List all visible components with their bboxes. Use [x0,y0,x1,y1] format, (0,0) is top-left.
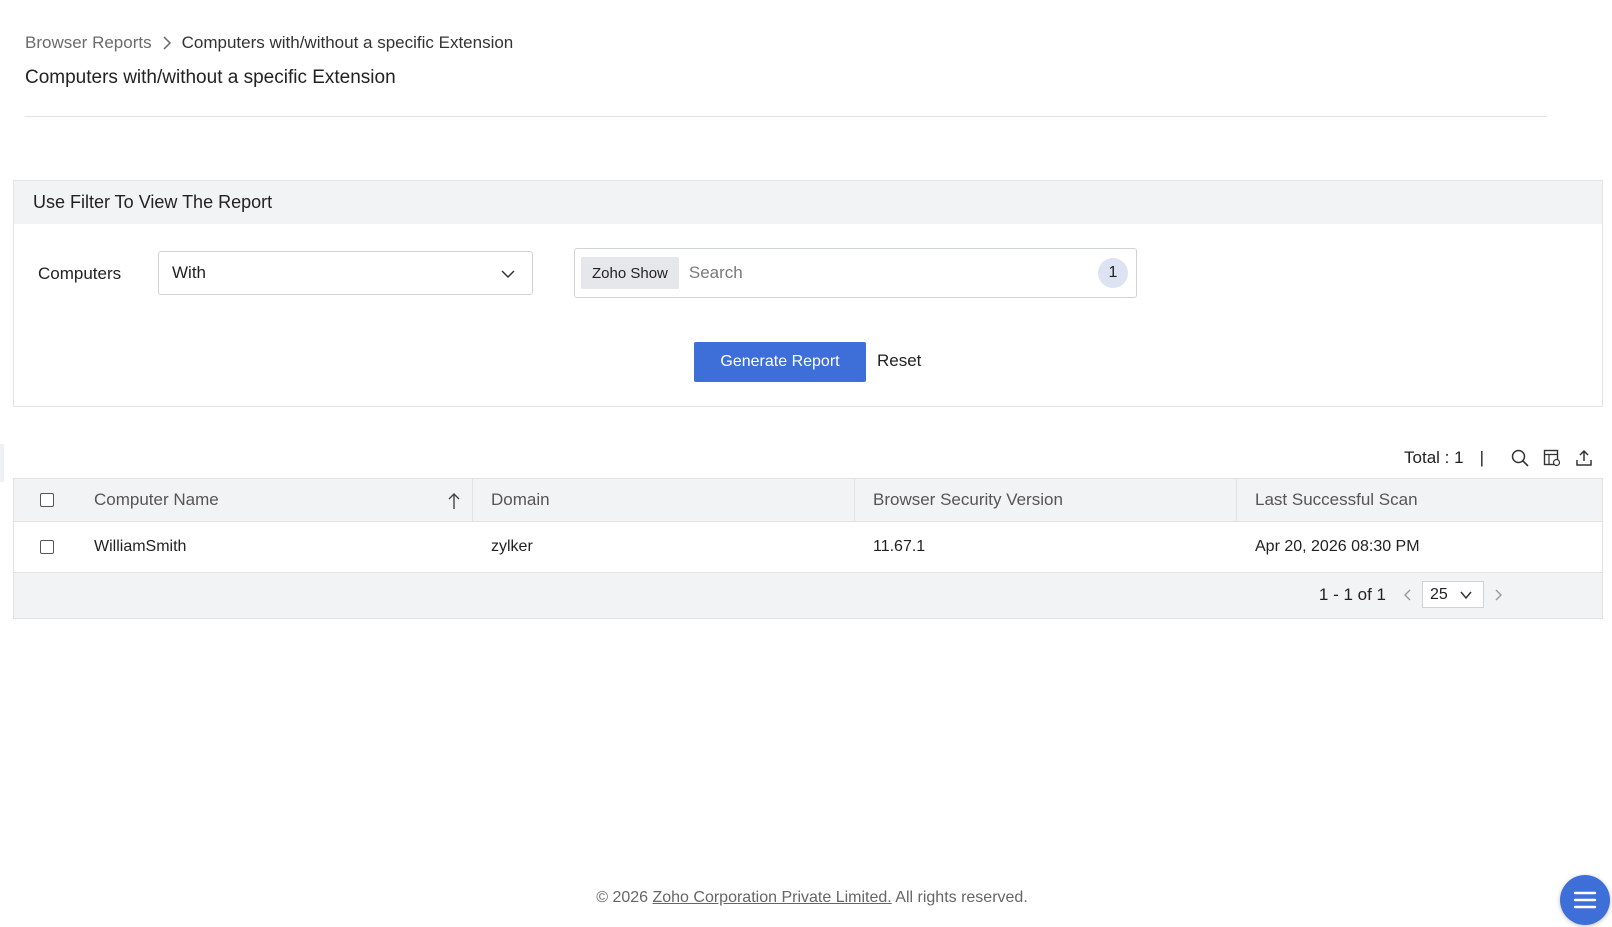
selected-count-badge: 1 [1098,258,1128,288]
cell-computer-name: WilliamSmith [94,538,187,555]
extension-search-box[interactable]: Zoho Show 1 [574,248,1137,298]
breadcrumb: Browser Reports Computers with/without a… [25,33,513,53]
search-icon[interactable] [1510,448,1530,468]
cell-domain: zylker [491,538,533,555]
footer-company-link[interactable]: Zoho Corporation Private Limited. [652,889,891,906]
filter-panel: Use Filter To View The Report Computers … [13,180,1603,407]
column-header-domain[interactable]: Domain [473,479,855,521]
column-header-computer-name[interactable]: Computer Name [80,479,473,521]
page-footer: © 2026 Zoho Corporation Private Limited.… [0,889,1612,907]
chevron-left-icon[interactable] [1400,587,1416,603]
filter-heading: Use Filter To View The Report [14,181,1602,224]
table-row[interactable]: WilliamSmith zylker 11.67.1 Apr 20, 2026… [14,522,1602,573]
column-header-label: Computer Name [94,490,219,509]
select-all-checkbox[interactable] [40,493,54,507]
select-all-cell [14,479,80,521]
page-title: Computers with/without a specific Extens… [25,67,396,88]
condition-select-value: With [172,263,206,282]
column-header-label: Last Successful Scan [1255,490,1418,509]
sort-ascending-icon[interactable] [446,492,462,510]
column-header-label: Domain [491,490,550,509]
cell-browser-security-version: 11.67.1 [873,538,926,555]
column-settings-icon[interactable] [1542,448,1562,468]
title-divider [25,116,1547,117]
reset-button[interactable]: Reset [877,351,921,371]
page-size-value: 25 [1430,585,1448,603]
export-icon[interactable] [1574,448,1594,468]
row-select-cell [14,522,80,572]
extension-chip[interactable]: Zoho Show [581,257,679,289]
table-footer: 1 - 1 of 1 25 [14,573,1602,618]
column-header-last-successful-scan[interactable]: Last Successful Scan [1237,479,1602,521]
row-checkbox[interactable] [40,540,54,554]
report-table: Computer Name Domain Browser Security Ve… [13,478,1603,619]
chevron-down-icon [500,266,516,282]
total-count: Total : 1 [1404,448,1464,467]
generate-report-button[interactable]: Generate Report [694,342,866,382]
condition-select[interactable]: With [158,251,533,295]
footer-rights: All rights reserved. [895,889,1028,906]
column-header-label: Browser Security Version [873,490,1063,509]
table-toolbar: Total : 1 | [1404,448,1594,468]
footer-copyright: © 2026 [596,889,649,906]
chevron-right-icon [160,36,174,50]
side-panel-handle[interactable] [0,444,4,482]
toolbar-separator: | [1479,448,1484,467]
menu-icon[interactable] [1560,875,1610,925]
extension-search-input[interactable] [688,263,1089,283]
chevron-down-icon [1459,588,1473,602]
column-header-browser-security-version[interactable]: Browser Security Version [855,479,1237,521]
cell-last-successful-scan: Apr 20, 2026 08:30 PM [1255,538,1420,555]
breadcrumb-browser-reports[interactable]: Browser Reports [25,33,152,53]
pagination: 1 - 1 of 1 25 [1319,581,1506,608]
pagination-range: 1 - 1 of 1 [1318,584,1386,604]
page-size-select[interactable]: 25 [1422,581,1484,608]
table-header: Computer Name Domain Browser Security Ve… [14,479,1602,522]
computers-label: Computers [38,264,122,283]
chevron-right-icon[interactable] [1490,587,1506,603]
breadcrumb-current: Computers with/without a specific Extens… [181,33,514,52]
